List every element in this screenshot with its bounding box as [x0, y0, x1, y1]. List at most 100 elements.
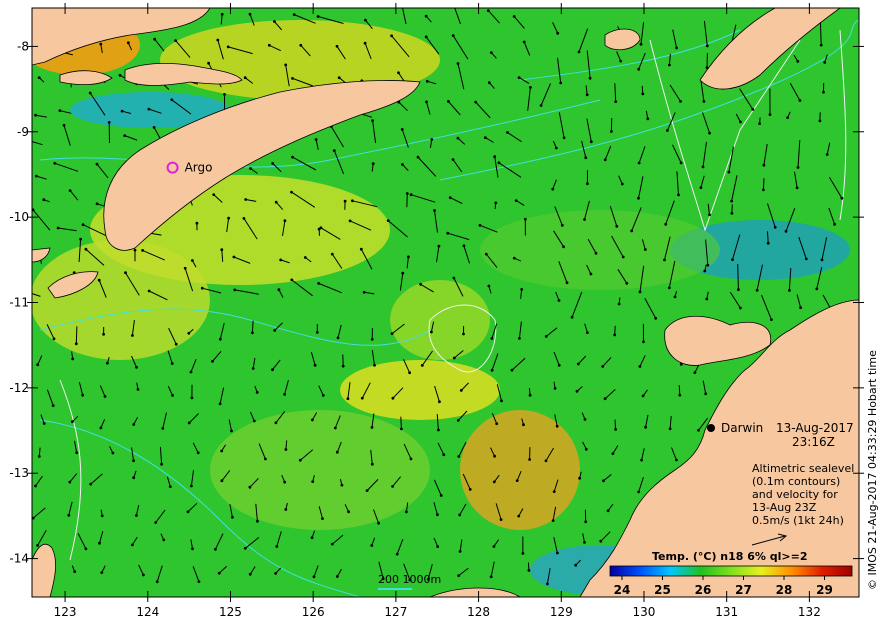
- velocity-arrowhead: [823, 61, 827, 64]
- velocity-arrowhead: [603, 158, 607, 162]
- velocity-arrowhead: [512, 15, 516, 18]
- velocity-arrowhead: [401, 271, 405, 275]
- velocity-arrowhead: [365, 489, 369, 492]
- velocity-arrowhead: [220, 449, 224, 453]
- velocity-arrowhead: [451, 158, 455, 161]
- velocity-arrow: [406, 193, 408, 208]
- velocity-arrowhead: [135, 365, 138, 369]
- velocity-arrowhead: [529, 86, 532, 89]
- velocity-arrowhead: [762, 163, 766, 167]
- velocity-arrowhead: [730, 211, 734, 215]
- velocity-arrowhead: [731, 258, 734, 261]
- velocity-arrowhead: [267, 43, 271, 47]
- velocity-arrowhead: [370, 462, 374, 466]
- velocity-arrowhead: [348, 219, 352, 223]
- velocity-arrowhead: [187, 421, 191, 425]
- velocity-arrow: [737, 264, 739, 290]
- velocity-arrowhead: [243, 76, 247, 80]
- velocity-arrowhead: [586, 331, 589, 334]
- velocity-arrowhead: [111, 451, 115, 455]
- velocity-arrowhead: [279, 258, 283, 262]
- velocity-arrow: [767, 231, 769, 244]
- velocity-arrowhead: [95, 162, 99, 166]
- velocity-arrowhead: [314, 138, 318, 141]
- velocity-arrowhead: [212, 193, 216, 197]
- velocity-arrowhead: [575, 389, 579, 393]
- velocity-arrowhead: [132, 476, 136, 480]
- velocity-arrowhead: [583, 218, 586, 221]
- velocity-arrowhead: [510, 368, 514, 372]
- argo-label: Argo: [185, 161, 213, 175]
- velocity-arrowhead: [487, 284, 491, 288]
- velocity-arrowhead: [701, 165, 705, 169]
- velocity-arrowhead: [419, 282, 422, 286]
- velocity-arrowhead: [697, 428, 700, 432]
- velocity-arrowhead: [106, 361, 109, 365]
- velocity-arrowhead: [446, 231, 450, 235]
- velocity-arrowhead: [451, 34, 455, 37]
- velocity-arrowhead: [766, 241, 770, 245]
- velocity-arrowhead: [606, 509, 610, 513]
- velocity-arrowhead: [217, 571, 221, 575]
- velocity-arrowhead: [458, 513, 462, 517]
- velocity-arrowhead: [499, 518, 503, 521]
- velocity-arrowhead: [189, 370, 193, 374]
- velocity-arrowhead: [75, 451, 79, 455]
- velocity-arrowhead: [799, 306, 802, 309]
- lon-tick-label: 127: [384, 605, 407, 619]
- velocity-arrowhead: [256, 519, 259, 523]
- velocity-arrowhead: [313, 363, 317, 367]
- velocity-arrowhead: [248, 12, 252, 16]
- velocity-arrowhead: [578, 476, 581, 480]
- scale-bar-label: 200 1000m: [378, 573, 441, 586]
- velocity-arrowhead: [551, 187, 555, 191]
- velocity-arrowhead: [401, 163, 404, 166]
- velocity-arrowhead: [439, 494, 443, 497]
- velocity-arrowhead: [62, 123, 66, 127]
- velocity-arrowhead: [359, 247, 363, 251]
- velocity-arrowhead: [195, 221, 199, 225]
- velocity-arrowhead: [833, 222, 836, 226]
- lat-tick-label: -8: [17, 39, 29, 53]
- velocity-arrowhead: [42, 422, 46, 425]
- velocity-arrowhead: [377, 521, 380, 525]
- velocity-arrowhead: [493, 454, 496, 458]
- velocity-arrowhead: [102, 332, 105, 336]
- darwin-date: 13-Aug-2017: [776, 421, 854, 435]
- velocity-arrowhead: [220, 248, 224, 252]
- velocity-arrowhead: [704, 392, 708, 396]
- velocity-arrowhead: [708, 213, 711, 217]
- velocity-arrowhead: [639, 42, 643, 46]
- lat-tick-label: -9: [17, 125, 29, 139]
- velocity-arrowhead: [796, 166, 800, 169]
- velocity-arrowhead: [820, 258, 824, 262]
- velocity-arrowhead: [456, 136, 460, 140]
- colorbar-tick-label: 27: [735, 583, 752, 597]
- velocity-arrowhead: [583, 541, 586, 544]
- velocity-arrowhead: [53, 161, 57, 165]
- velocity-arrowhead: [34, 484, 37, 488]
- velocity-arrowhead: [99, 426, 103, 430]
- velocity-arrowhead: [576, 362, 580, 366]
- velocity-arrowhead: [490, 368, 494, 372]
- velocity-arrowhead: [132, 423, 136, 426]
- velocity-arrowhead: [386, 219, 390, 223]
- velocity-arrowhead: [522, 40, 526, 44]
- velocity-arrowhead: [762, 188, 765, 192]
- velocity-arrowhead: [494, 201, 498, 205]
- velocity-arrowhead: [371, 162, 375, 166]
- velocity-arrowhead: [311, 418, 314, 422]
- velocity-arrowhead: [71, 357, 75, 361]
- velocity-arrowhead: [98, 541, 101, 545]
- lon-tick-label: 124: [136, 605, 159, 619]
- velocity-arrowhead: [223, 93, 226, 96]
- velocity-arrowhead: [409, 193, 413, 197]
- velocity-arrowhead: [291, 155, 294, 159]
- velocity-arrowhead: [340, 483, 344, 487]
- velocity-arrowhead: [52, 337, 56, 341]
- velocity-arrowhead: [619, 59, 623, 63]
- velocity-arrowhead: [664, 222, 668, 226]
- velocity-arrowhead: [171, 394, 174, 397]
- velocity-arrowhead: [462, 244, 466, 248]
- velocity-arrowhead: [468, 488, 472, 491]
